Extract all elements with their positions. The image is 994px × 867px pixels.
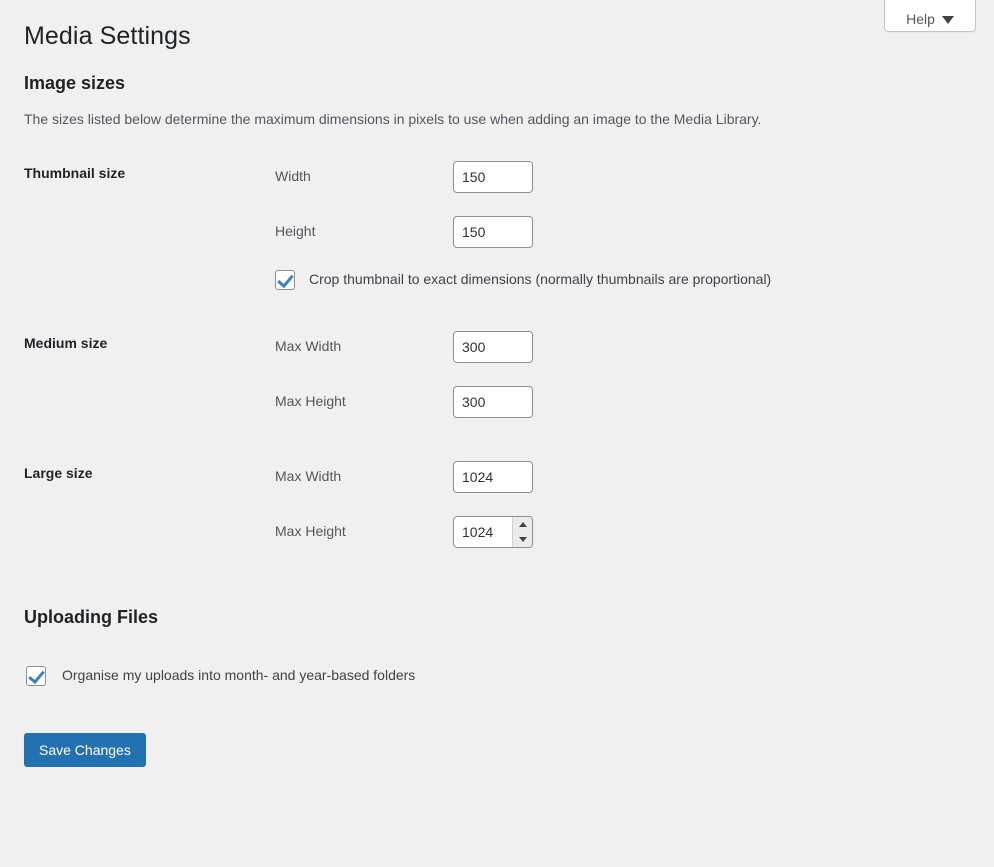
row-fields-thumbnail-size: Width Height Crop thumbnail to exact dim… (275, 130, 994, 300)
field-medium-max-width: Max Width (275, 320, 994, 375)
field-thumbnail-height: Height (275, 205, 994, 260)
field-medium-max-height: Max Height (275, 375, 994, 430)
row-fields-large-size: Max Width Max Height (275, 430, 994, 560)
field-large-max-height: Max Height (275, 505, 994, 560)
field-label-medium-max-width: Max Width (275, 338, 342, 355)
field-large-max-width: Max Width (275, 450, 994, 505)
large-max-width-input[interactable] (453, 461, 533, 494)
stepper-decrement-button[interactable] (513, 532, 532, 547)
field-thumbnail-width: Width (275, 150, 994, 205)
image-sizes-description: The sizes listed below determine the max… (24, 110, 762, 127)
settings-row-medium-size: Medium size Max Width Max Height (0, 300, 994, 430)
field-label-large-max-height: Max Height (275, 523, 346, 540)
crop-thumbnail-label[interactable]: Crop thumbnail to exact dimensions (norm… (309, 270, 771, 290)
triangle-down-icon (518, 537, 527, 543)
settings-row-thumbnail-size: Thumbnail size Width Height Crop thumbna… (0, 130, 994, 300)
row-fields-medium-size: Max Width Max Height (275, 300, 994, 430)
row-label-large-size: Large size (24, 464, 93, 481)
image-sizes-form-table: Thumbnail size Width Height Crop thumbna… (0, 130, 994, 560)
large-max-height-stepper[interactable] (453, 516, 533, 549)
organise-uploads-row: Organise my uploads into month- and year… (26, 656, 994, 696)
page-title: Media Settings (24, 22, 191, 50)
field-label-thumbnail-width: Width (275, 168, 311, 185)
organise-uploads-label[interactable]: Organise my uploads into month- and year… (62, 666, 415, 686)
triangle-up-icon (518, 522, 527, 528)
save-changes-button[interactable]: Save Changes (24, 732, 146, 767)
stepper-increment-button[interactable] (513, 517, 532, 532)
row-label-thumbnail-size: Thumbnail size (24, 164, 126, 181)
field-label-thumbnail-height: Height (275, 223, 316, 240)
uploading-files-options: Organise my uploads into month- and year… (0, 630, 994, 696)
submit-area: Save Changes (0, 696, 994, 767)
settings-row-large-size: Large size Max Width Max Height (0, 430, 994, 560)
medium-max-width-input[interactable] (453, 331, 533, 364)
section-heading-uploading-files: Uploading Files (24, 606, 159, 627)
media-settings-page: Media Settings Image sizes The sizes lis… (0, 0, 994, 767)
row-label-medium-size: Medium size (24, 334, 108, 351)
field-label-medium-max-height: Max Height (275, 393, 346, 410)
crop-thumbnail-row: Crop thumbnail to exact dimensions (norm… (275, 260, 994, 300)
stepper-buttons (512, 517, 532, 548)
medium-max-height-input[interactable] (453, 386, 533, 419)
thumbnail-width-input[interactable] (453, 161, 533, 194)
field-label-large-max-width: Max Width (275, 468, 342, 485)
organise-uploads-checkbox[interactable] (26, 665, 46, 686)
crop-thumbnail-checkbox[interactable] (275, 269, 295, 290)
section-heading-image-sizes: Image sizes (24, 72, 126, 93)
thumbnail-height-input[interactable] (453, 216, 533, 249)
